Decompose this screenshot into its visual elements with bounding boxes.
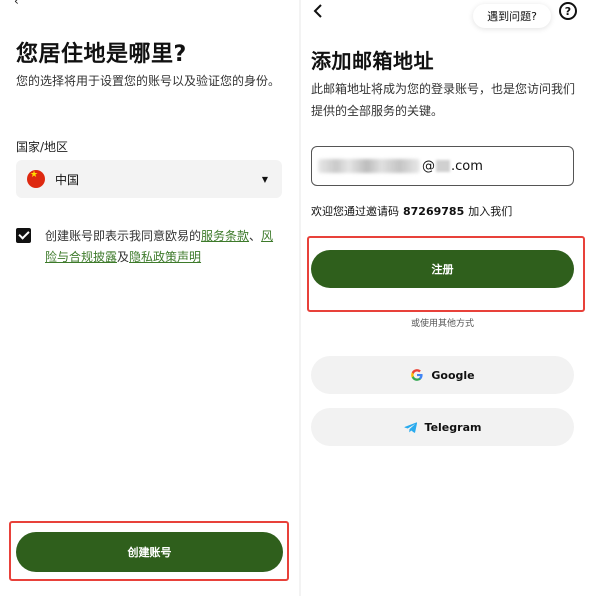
back-icon-partial[interactable]: ‹ — [14, 0, 19, 8]
back-icon[interactable] — [309, 2, 327, 20]
china-flag-icon — [27, 170, 45, 188]
page-title: 您居住地是哪里? — [16, 42, 187, 67]
email-redacted-local-part — [318, 159, 420, 173]
terms-link[interactable]: 服务条款 — [201, 229, 249, 243]
page-description: 您的选择将用于设置您的账号以及验证您的身份。 — [16, 74, 281, 88]
email-domain-suffix: .com — [451, 158, 483, 174]
invite-prefix: 欢迎您通过邀请码 — [311, 205, 399, 218]
agreement-row: 创建账号即表示我同意欧易的服务条款、风险与合规披露及隐私政策声明 — [16, 226, 286, 268]
country-field-label: 国家/地区 — [16, 140, 69, 154]
agreement-prefix: 创建账号即表示我同意欧易的 — [45, 229, 202, 243]
agreement-checkbox[interactable] — [16, 228, 31, 243]
register-button[interactable]: 注册 — [311, 250, 574, 288]
email-redacted-domain — [436, 160, 450, 172]
caret-down-icon: ▼ — [261, 174, 268, 184]
privacy-policy-link[interactable]: 隐私政策声明 — [129, 250, 201, 264]
country-selected-value: 中国 — [55, 172, 80, 187]
page-description: 此邮箱地址将成为您的登录账号，也是您访问我们提供的全部服务的关键。 — [311, 82, 576, 118]
email-input[interactable]: @ .com — [311, 146, 574, 186]
google-login-button[interactable]: Google — [311, 356, 574, 394]
page-title: 添加邮箱地址 — [311, 49, 434, 73]
question-mark-icon[interactable]: ? — [559, 2, 577, 20]
country-screen: ‹ 您居住地是哪里? 您的选择将用于设置您的账号以及验证您的身份。 国家/地区 … — [0, 0, 299, 596]
country-select[interactable]: 中国 ▼ — [16, 160, 282, 198]
or-divider: 或使用其他方式 — [311, 316, 574, 329]
agreement-separator: 、 — [249, 229, 262, 243]
agreement-text: 创建账号即表示我同意欧易的服务条款、风险与合规披露及隐私政策声明 — [45, 226, 285, 268]
or-divider-text: 或使用其他方式 — [410, 319, 474, 329]
email-at-sign: @ — [422, 158, 435, 174]
google-icon — [411, 369, 423, 381]
agreement-and: 及 — [117, 250, 130, 264]
invite-suffix: 加入我们 — [468, 205, 513, 218]
google-button-label: Google — [431, 368, 475, 382]
invite-code: 87269785 — [403, 205, 465, 218]
telegram-icon — [403, 422, 417, 433]
telegram-login-button[interactable]: Telegram — [311, 408, 574, 446]
telegram-button-label: Telegram — [424, 420, 482, 434]
help-tooltip[interactable]: 遇到问题? — [473, 4, 551, 28]
create-account-button[interactable]: 创建账号 — [16, 532, 283, 572]
invite-code-row: 欢迎您通过邀请码 87269785 加入我们 — [311, 203, 512, 219]
email-screen: 遇到问题? ? 添加邮箱地址 此邮箱地址将成为您的登录账号，也是您访问我们提供的… — [301, 0, 600, 596]
